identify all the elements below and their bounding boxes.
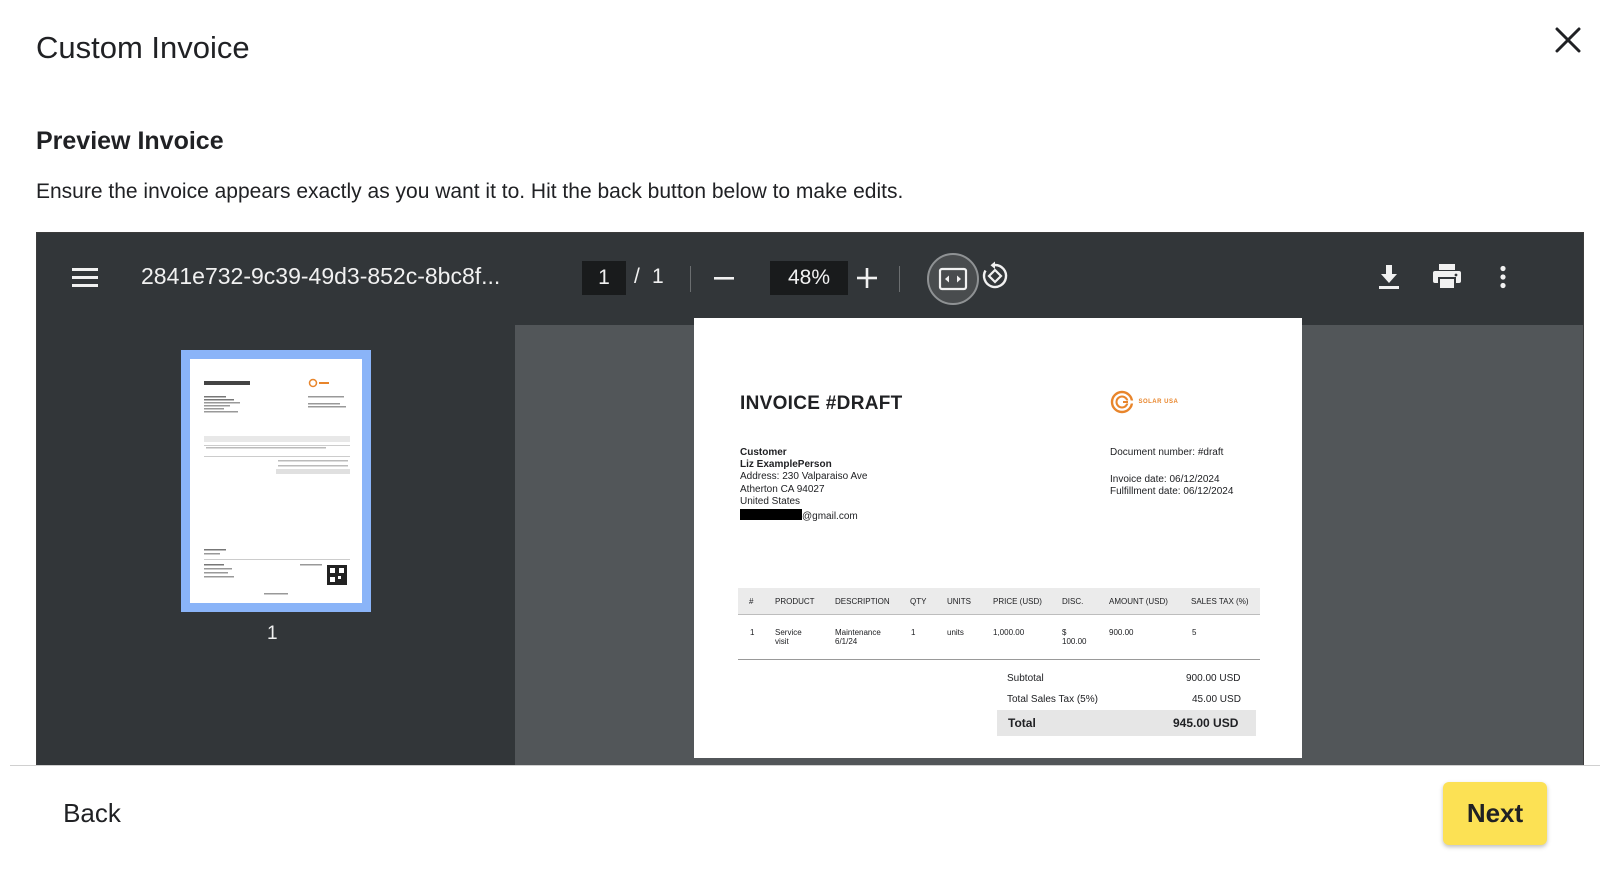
thumbnail-sidebar: 1 (37, 325, 515, 765)
customer-address-line3: United States (740, 496, 801, 507)
row-description: Maintenance (835, 628, 881, 637)
table-header-cell: UNITS (947, 597, 971, 606)
page-number-input[interactable]: 1 (582, 261, 626, 295)
section-description: Ensure the invoice appears exactly as yo… (36, 180, 904, 203)
table-header-cell: PRODUCT (775, 597, 815, 606)
page-thumbnail[interactable] (181, 350, 371, 612)
total-pages: 1 (652, 265, 664, 288)
table-header-cell: DISC. (1062, 597, 1084, 606)
total-label: Total (1008, 716, 1036, 730)
email-domain: @gmail.com (802, 511, 858, 522)
table-header-cell: # (749, 597, 754, 606)
invoice-title: INVOICE #DRAFT (740, 393, 903, 414)
tax-value: 45.00 USD (1192, 694, 1241, 705)
pdf-filename: 2841e732-9c39-49d3-852c-8bc8f... (141, 263, 501, 289)
next-button[interactable]: Next (1443, 782, 1547, 845)
pdf-toolbar: 2841e732-9c39-49d3-852c-8bc8f... 1 / 1 4… (37, 233, 1583, 325)
row-product: visit (775, 637, 789, 646)
back-button[interactable]: Back (36, 785, 148, 841)
print-button[interactable] (1430, 259, 1464, 295)
customer-name: Liz ExamplePerson (740, 459, 832, 470)
subtotal-value: 900.00 USD (1186, 673, 1241, 684)
total-value: 945.00 USD (1173, 716, 1239, 730)
row-amount: 900.00 (1109, 628, 1134, 637)
plus-icon (857, 268, 877, 288)
fit-page-icon (938, 267, 968, 291)
rotate-icon (982, 261, 1008, 289)
modal-title: Custom Invoice (36, 30, 250, 65)
download-button[interactable] (1372, 259, 1406, 295)
row-description: 6/1/24 (835, 637, 858, 646)
minus-icon (714, 277, 734, 280)
customer-heading: Customer (740, 447, 787, 458)
subtotal-label: Subtotal (1007, 673, 1044, 684)
table-rule (738, 659, 1260, 660)
rotate-button[interactable] (978, 259, 1012, 293)
fit-to-page-button[interactable] (927, 253, 979, 305)
customer-address-line1: Address: 230 Valparaiso Ave (740, 471, 868, 482)
row-tax: 5 (1192, 628, 1197, 637)
download-icon (1379, 265, 1399, 289)
row-number: 1 (750, 628, 755, 637)
print-icon (1433, 264, 1461, 290)
company-name: SOLAR USA (1138, 399, 1179, 405)
row-discount: $ (1062, 628, 1067, 637)
close-icon (1555, 27, 1581, 53)
customer-email: @gmail.com (740, 509, 858, 522)
toolbar-divider (690, 266, 691, 292)
table-rule (738, 614, 1260, 615)
pdf-page: INVOICE #DRAFT SOLAR USA Customer Liz Ex… (694, 318, 1302, 758)
row-units: units (947, 628, 964, 637)
row-product: Service (775, 628, 802, 637)
fulfillment-date: Fulfillment date: 06/12/2024 (1110, 486, 1234, 497)
solar-logo-icon (1110, 390, 1134, 414)
more-options-button[interactable] (1489, 259, 1517, 295)
thumbnail-content (204, 378, 350, 595)
hamburger-menu-icon (72, 268, 98, 287)
zoom-out-button[interactable] (709, 263, 739, 293)
section-title: Preview Invoice (36, 127, 224, 155)
table-header-cell: DESCRIPTION (835, 597, 890, 606)
page-separator: / (634, 265, 640, 288)
table-header-cell: PRICE (USD) (993, 597, 1042, 606)
toolbar-divider (899, 266, 900, 292)
company-logo: SOLAR USA (1110, 390, 1178, 414)
zoom-in-button[interactable] (852, 263, 882, 293)
document-number: Document number: #draft (1110, 447, 1224, 458)
menu-button[interactable] (71, 265, 101, 293)
close-button[interactable] (1548, 20, 1588, 60)
zoom-level-input[interactable]: 48% (770, 261, 848, 295)
footer-divider (10, 765, 1600, 766)
redacted-block (740, 509, 802, 520)
table-header-cell: QTY (910, 597, 927, 606)
row-price: 1,000.00 (993, 628, 1025, 637)
thumbnail-page-preview (190, 359, 362, 603)
table-header-cell: SALES TAX (%) (1191, 597, 1249, 606)
invoice-date: Invoice date: 06/12/2024 (1110, 474, 1220, 485)
thumbnail-page-number: 1 (267, 623, 278, 644)
more-vert-icon (1500, 265, 1506, 289)
row-discount: 100.00 (1062, 637, 1087, 646)
tax-label: Total Sales Tax (5%) (1007, 694, 1098, 705)
table-header-cell: AMOUNT (USD) (1109, 597, 1168, 606)
customer-address-line2: Atherton CA 94027 (740, 484, 825, 495)
row-qty: 1 (911, 628, 916, 637)
